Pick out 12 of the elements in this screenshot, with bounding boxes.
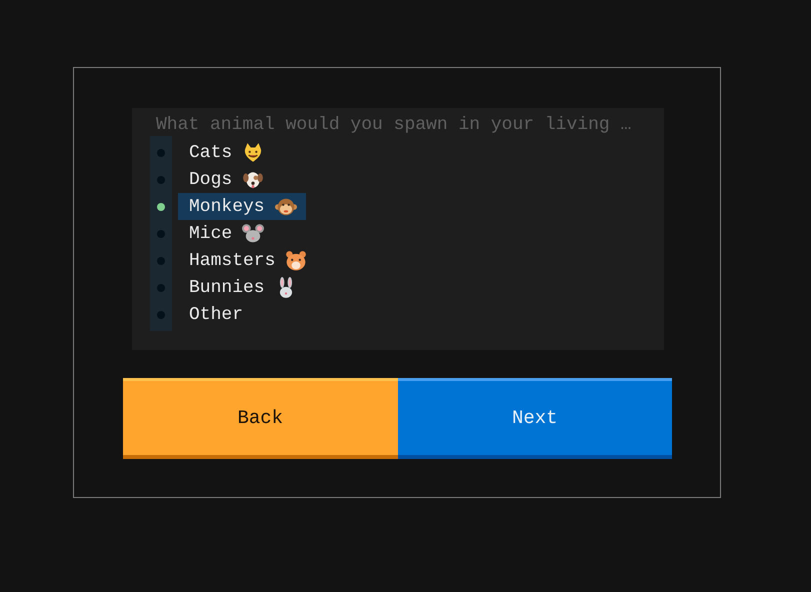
option-item[interactable]: Hamsters [178,247,316,274]
option-item[interactable]: Dogs [178,166,274,193]
option-item[interactable]: Cats [178,139,274,166]
option-item[interactable]: Other [178,301,252,328]
back-button[interactable]: Back [123,378,398,459]
option-item[interactable]: Mice [178,220,274,247]
mouse-face-icon [242,222,264,244]
option-item[interactable]: Bunnies [178,274,306,301]
next-button[interactable]: Next [398,378,672,459]
question-text: What animal would you spawn in your living … [155,114,632,136]
hamster-face-icon [285,250,308,272]
option-item[interactable]: Monkeys [178,193,306,220]
